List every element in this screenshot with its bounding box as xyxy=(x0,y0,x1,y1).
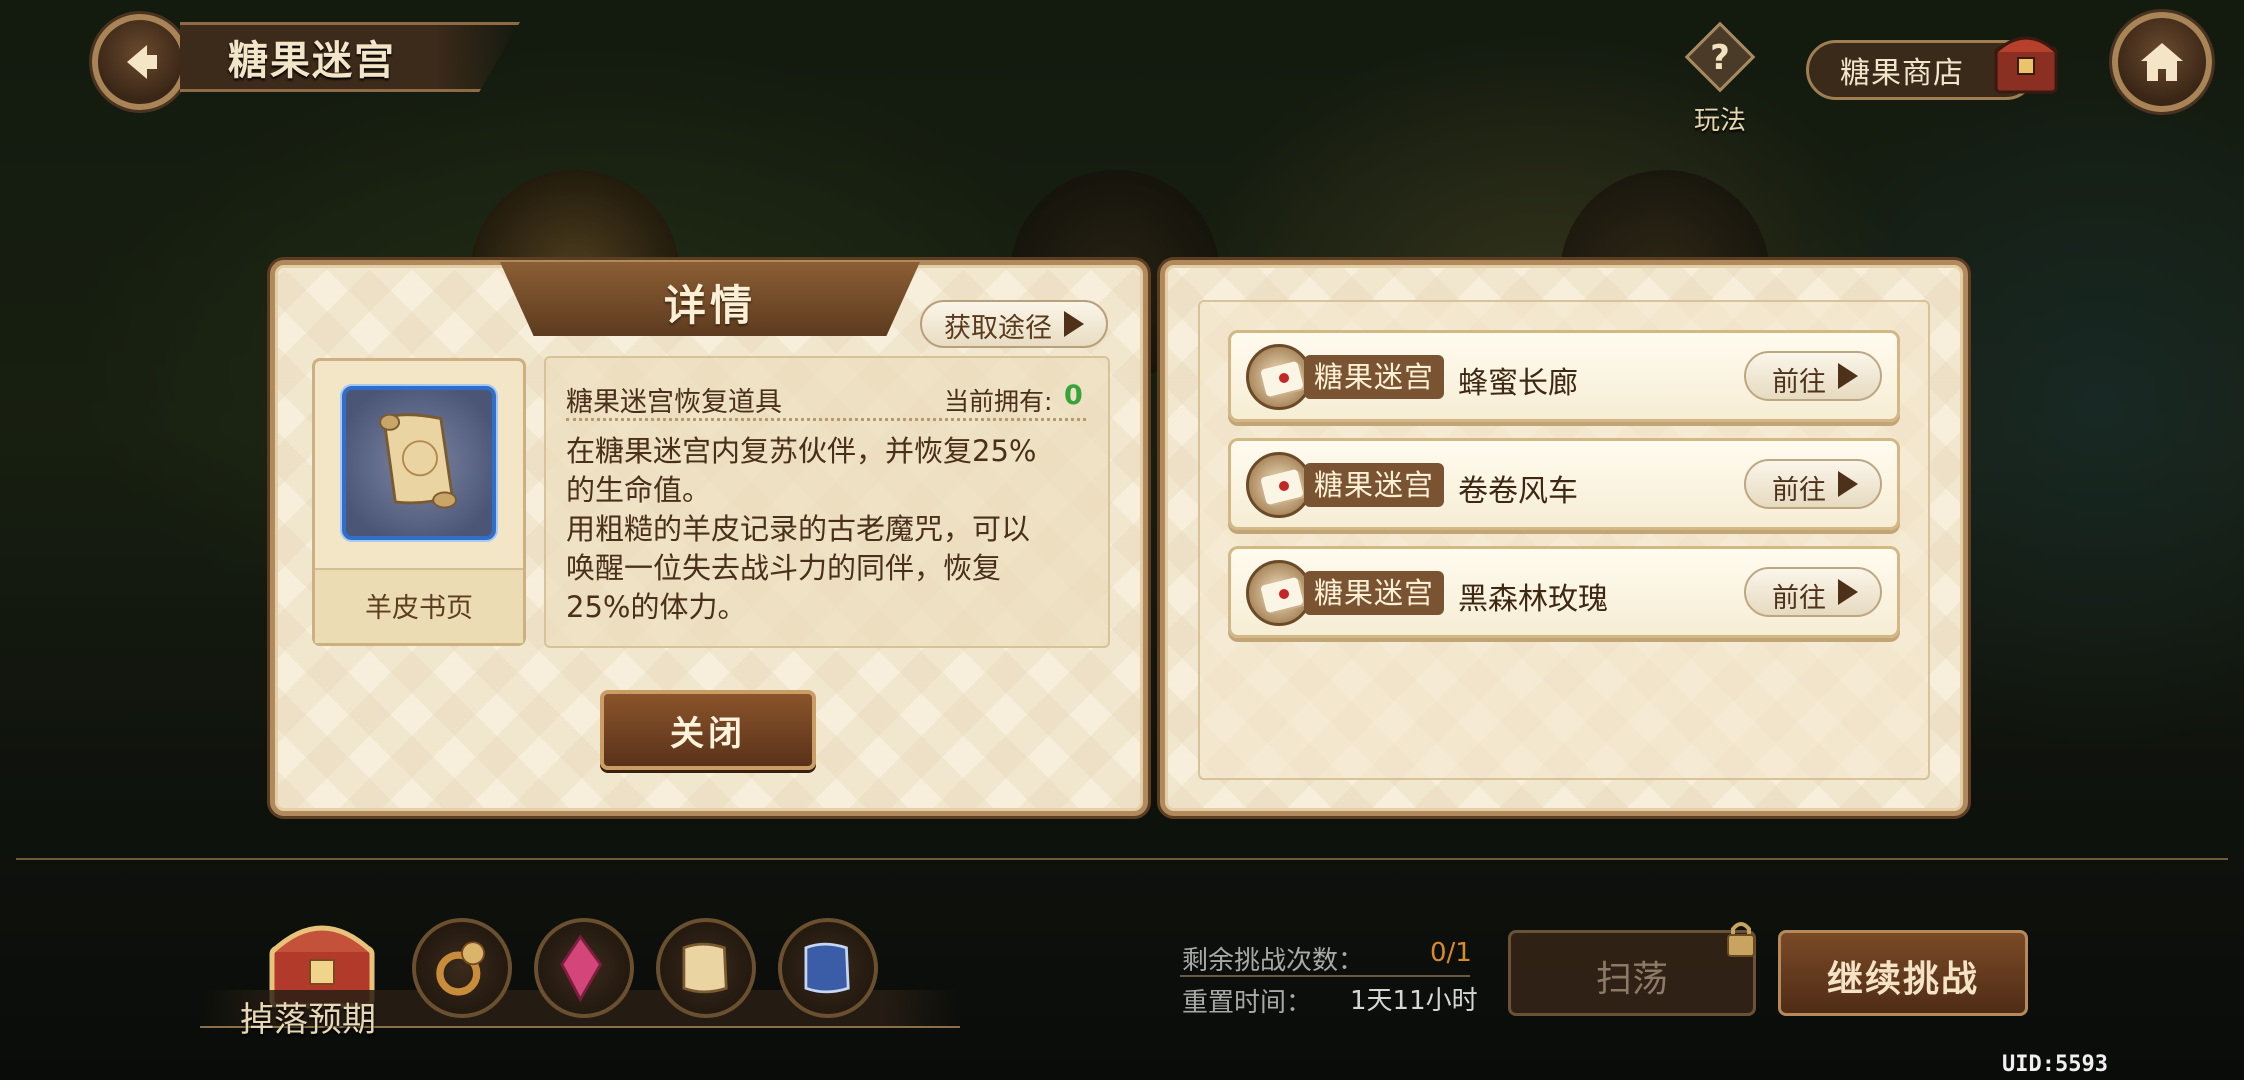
lock-icon xyxy=(1727,922,1755,957)
shop-chest-icon[interactable] xyxy=(1990,24,2062,100)
obtain-route-label: 获取途径 xyxy=(944,313,1052,344)
play-arrow-icon xyxy=(1838,363,1858,389)
drop-slot[interactable] xyxy=(412,918,512,1018)
uid-label: UID:5593 xyxy=(2002,1052,2108,1077)
remaining-attempts-label: 剩余挑战次数： xyxy=(1182,946,1365,976)
go-label: 前往 xyxy=(1772,583,1826,614)
arrow-left-icon xyxy=(127,45,157,79)
ring-icon xyxy=(436,941,485,996)
help-button[interactable]: ? 玩法 xyxy=(1682,21,1758,136)
go-label: 前往 xyxy=(1772,367,1826,398)
close-label: 关闭 xyxy=(670,714,746,754)
description-divider xyxy=(566,418,1086,421)
page-title: 糖果迷宫 xyxy=(228,38,396,84)
parchment-icon xyxy=(682,942,728,994)
parchment-item-icon xyxy=(342,386,496,540)
scroll-icon xyxy=(1246,452,1312,518)
item-title: 糖果迷宫恢复道具 xyxy=(566,387,782,418)
owned-label: 当前拥有: xyxy=(944,387,1053,416)
scroll-icon xyxy=(379,413,457,509)
blue-scroll-icon xyxy=(804,942,850,994)
remaining-attempts-value: 0/1 xyxy=(1430,938,1472,968)
scroll-icon xyxy=(1246,560,1312,626)
source-name: 卷卷风车 xyxy=(1458,474,1578,509)
source-tag: 糖果迷宫 xyxy=(1304,355,1445,399)
play-arrow-icon xyxy=(1838,579,1858,605)
question-mark-icon: ? xyxy=(1710,38,1730,78)
play-arrow-icon xyxy=(1064,311,1084,337)
scroll-icon xyxy=(1246,344,1312,410)
crystal-icon xyxy=(560,934,603,1003)
go-label: 前往 xyxy=(1772,475,1826,506)
drop-slot[interactable] xyxy=(534,918,634,1018)
detail-title: 详情 xyxy=(663,281,756,330)
bottom-divider xyxy=(16,858,2228,860)
source-tag: 糖果迷宫 xyxy=(1304,463,1445,507)
drop-slot[interactable] xyxy=(656,918,756,1018)
home-icon xyxy=(2141,43,2183,81)
source-name: 黑森林玫瑰 xyxy=(1458,582,1608,617)
item-name: 羊皮书页 xyxy=(365,593,473,624)
home-button[interactable] xyxy=(2112,12,2212,112)
reset-time-label: 重置时间： xyxy=(1182,988,1313,1018)
stat-underline xyxy=(1180,975,1470,977)
back-button[interactable] xyxy=(92,14,188,110)
play-arrow-icon xyxy=(1838,471,1858,497)
candy-shop-label: 糖果商店 xyxy=(1840,56,1964,91)
source-name: 蜂蜜长廊 xyxy=(1458,366,1578,401)
drop-preview-label: 掉落预期 xyxy=(240,1000,376,1040)
reset-time-value: 1天11小时 xyxy=(1350,986,1478,1016)
sweep-label: 扫荡 xyxy=(1595,959,1668,1000)
item-description: 在糖果迷宫内复苏伙伴，并恢复25% 的生命值。 用粗糙的羊皮记录的古老魔咒，可以… xyxy=(566,434,1037,624)
source-tag: 糖果迷宫 xyxy=(1304,571,1445,615)
owned-value: 0 xyxy=(1064,380,1083,411)
continue-challenge-label: 继续挑战 xyxy=(1826,959,1979,1000)
help-label: 玩法 xyxy=(1693,106,1746,136)
drop-slot[interactable] xyxy=(778,918,878,1018)
